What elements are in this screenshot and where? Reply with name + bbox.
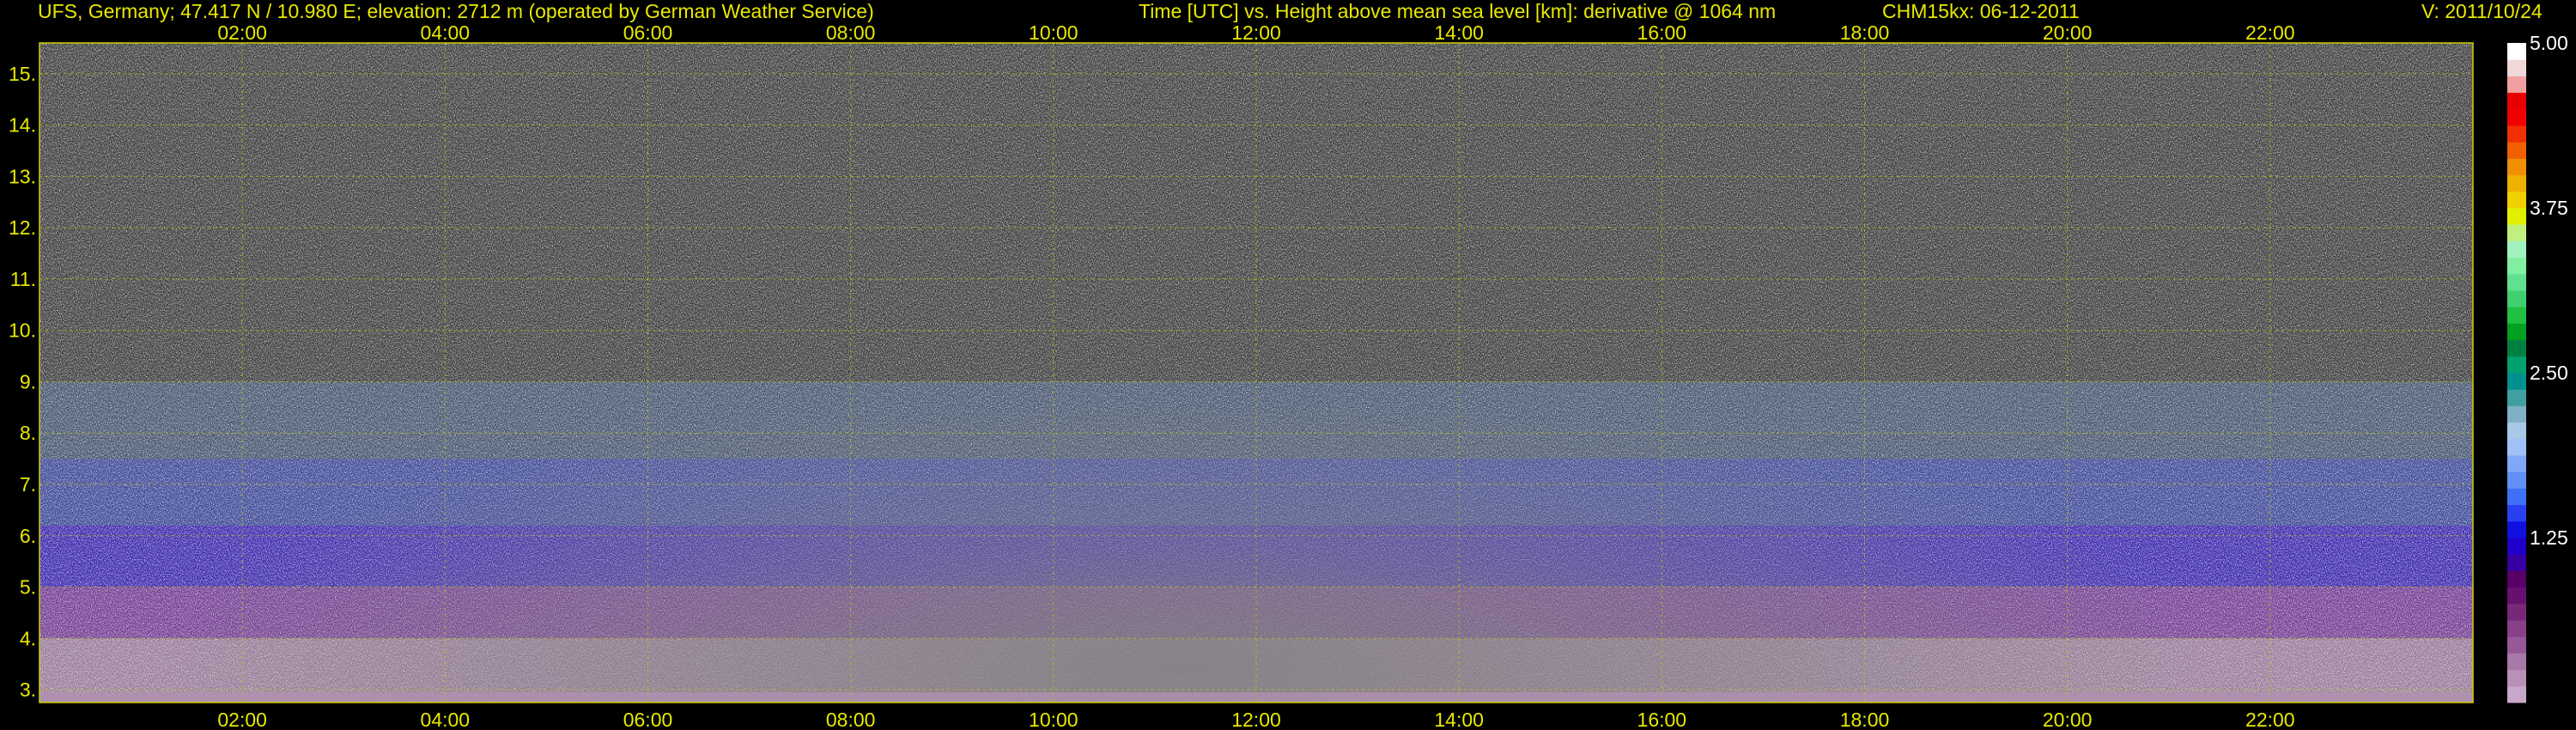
x-tick-label-top: 22:00 xyxy=(2245,21,2295,44)
colorbar-swatch xyxy=(2507,208,2526,225)
colorbar-swatch xyxy=(2507,587,2526,605)
x-tick-label-bottom: 08:00 xyxy=(826,709,876,730)
y-tick-label: 13. xyxy=(9,165,36,187)
colorbar-swatch xyxy=(2507,273,2526,291)
y-tick-label: 11. xyxy=(10,268,36,290)
colorbar-swatch xyxy=(2507,685,2526,703)
x-tick-label-bottom: 16:00 xyxy=(1637,709,1687,730)
colorbar-swatch xyxy=(2507,653,2526,671)
x-tick-label-top: 18:00 xyxy=(1840,21,1890,44)
colorbar-swatch xyxy=(2507,389,2526,406)
colorbar-swatch xyxy=(2507,174,2526,192)
x-tick-label-top: 12:00 xyxy=(1231,21,1281,44)
colorbar-swatch xyxy=(2507,405,2526,423)
colorbar-swatch xyxy=(2507,240,2526,259)
colorbar-tick-label: 5.00 xyxy=(2530,32,2568,54)
colorbar-swatch xyxy=(2507,59,2526,76)
colorbar-swatch xyxy=(2507,191,2526,209)
x-tick-label-top: 06:00 xyxy=(623,21,673,44)
x-tick-label-bottom: 14:00 xyxy=(1434,709,1484,730)
colorbar-tick-label: 2.50 xyxy=(2530,362,2568,384)
y-tick-label: 14. xyxy=(9,114,36,137)
colorbar-swatch xyxy=(2507,488,2526,506)
y-tick-label: 8. xyxy=(20,422,36,444)
x-tick-label-top: 08:00 xyxy=(826,21,876,44)
x-tick-label-bottom: 20:00 xyxy=(2043,709,2093,730)
x-tick-label-bottom: 02:00 xyxy=(217,709,267,730)
colorbar-swatch xyxy=(2507,323,2526,341)
x-tick-label-bottom: 06:00 xyxy=(623,709,673,730)
x-tick-label-top: 14:00 xyxy=(1434,21,1484,44)
plot-area xyxy=(39,42,2474,703)
x-tick-label-top: 20:00 xyxy=(2043,21,2093,44)
x-tick-label-bottom: 22:00 xyxy=(2245,709,2295,730)
colorbar-tick-label: 1.25 xyxy=(2530,526,2568,549)
colorbar-swatch xyxy=(2507,455,2526,472)
colorbar-swatch xyxy=(2507,76,2526,94)
x-tick-label-bottom: 04:00 xyxy=(421,709,471,730)
x-tick-label-top: 02:00 xyxy=(217,21,267,44)
x-tick-label-top: 16:00 xyxy=(1637,21,1687,44)
colorbar-swatch xyxy=(2507,422,2526,440)
colorbar-swatch xyxy=(2507,438,2526,456)
colorbar-swatch xyxy=(2507,356,2526,374)
y-tick-label: 9. xyxy=(20,370,36,392)
y-tick-label: 10. xyxy=(9,319,36,342)
colorbar-swatch xyxy=(2507,142,2526,159)
colorbar-swatch xyxy=(2507,290,2526,307)
colorbar-swatch xyxy=(2507,224,2526,241)
colorbar-swatch xyxy=(2507,471,2526,489)
y-tick-label: 12. xyxy=(9,216,36,239)
colorbar-swatch xyxy=(2507,158,2526,176)
x-axis-top: 02:00 04:00 06:00 08:00 10:00 12:00 14:00 16:00… xyxy=(217,21,2294,44)
colorbar-swatch xyxy=(2507,504,2526,522)
colorbar-swatch xyxy=(2507,43,2526,60)
colorbar-swatch xyxy=(2507,257,2526,275)
y-tick-label: 5. xyxy=(20,576,36,599)
x-tick-label-bottom: 12:00 xyxy=(1231,709,1281,730)
x-tick-label-bottom: 18:00 xyxy=(1840,709,1890,730)
lidar-heatmap-chart: 3. 4. 5. 6. 7. 8. 9. 10. 11. 12. 13. 14. 15. 02:00 04… xyxy=(9,21,2568,730)
y-tick-label: 15. xyxy=(9,63,36,85)
y-tick-label: 6. xyxy=(20,525,36,547)
colorbar-swatch xyxy=(2507,570,2526,588)
colorbar-swatch xyxy=(2507,373,2526,390)
x-tick-label-top: 04:00 xyxy=(421,21,471,44)
colorbar-swatch xyxy=(2507,307,2526,324)
colorbar-swatch xyxy=(2507,603,2526,621)
y-tick-label: 7. xyxy=(20,473,36,496)
colorbar-swatch xyxy=(2507,125,2526,143)
colorbar-swatch xyxy=(2507,538,2526,555)
colorbar-swatch xyxy=(2507,520,2526,538)
colorbar-swatch xyxy=(2507,669,2526,687)
colorbar-swatch xyxy=(2507,636,2526,654)
colorbar-swatch xyxy=(2507,339,2526,357)
colorbar-swatch xyxy=(2507,108,2526,126)
y-tick-label: 3. xyxy=(20,678,36,701)
colorbar-tick-label: 3.75 xyxy=(2530,197,2568,219)
colorbar xyxy=(2507,43,2526,703)
colorbar-swatch xyxy=(2507,554,2526,571)
x-tick-label-bottom: 10:00 xyxy=(1029,709,1078,730)
x-axis-bottom: 02:00 04:00 06:00 08:00 10:00 12:00 14:00 16:00… xyxy=(217,709,2294,730)
y-tick-label: 4. xyxy=(20,627,36,649)
colorbar-swatch xyxy=(2507,620,2526,637)
y-axis: 3. 4. 5. 6. 7. 8. 9. 10. 11. 12. 13. 14. 15. xyxy=(9,63,36,701)
colorbar-ticks: 1.25 2.50 3.75 5.00 xyxy=(2530,32,2568,549)
colorbar-swatch xyxy=(2507,92,2526,110)
x-tick-label-top: 10:00 xyxy=(1029,21,1078,44)
